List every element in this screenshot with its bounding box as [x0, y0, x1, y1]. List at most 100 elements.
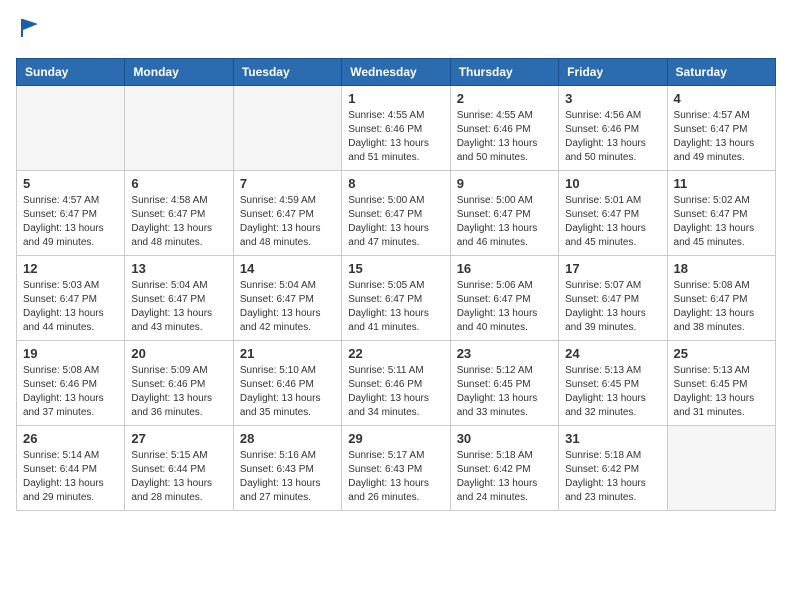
day-number: 26	[23, 431, 118, 446]
calendar-cell: 19 Sunrise: 5:08 AM Sunset: 6:46 PM Dayli…	[17, 340, 125, 425]
day-info: Sunrise: 5:01 AM Sunset: 6:47 PM Dayligh…	[565, 194, 660, 250]
calendar-cell: 4 Sunrise: 4:57 AM Sunset: 6:47 PM Daylig…	[667, 85, 775, 170]
weekday-header-row: SundayMondayTuesdayWednesdayThursdayFrid…	[17, 58, 776, 85]
day-number: 29	[348, 431, 443, 446]
week-row-5: 26 Sunrise: 5:14 AM Sunset: 6:44 PM Dayli…	[17, 425, 776, 510]
day-number: 22	[348, 346, 443, 361]
calendar-cell: 18 Sunrise: 5:08 AM Sunset: 6:47 PM Dayli…	[667, 255, 775, 340]
day-info: Sunrise: 4:57 AM Sunset: 6:47 PM Dayligh…	[674, 109, 769, 165]
day-info: Sunrise: 5:12 AM Sunset: 6:45 PM Dayligh…	[457, 364, 552, 420]
day-number: 3	[565, 91, 660, 106]
day-info: Sunrise: 5:14 AM Sunset: 6:44 PM Dayligh…	[23, 449, 118, 505]
calendar-cell: 11 Sunrise: 5:02 AM Sunset: 6:47 PM Dayli…	[667, 170, 775, 255]
day-number: 15	[348, 261, 443, 276]
day-number: 4	[674, 91, 769, 106]
day-number: 17	[565, 261, 660, 276]
calendar-cell: 3 Sunrise: 4:56 AM Sunset: 6:46 PM Daylig…	[559, 85, 667, 170]
logo	[16, 16, 42, 46]
calendar-cell: 15 Sunrise: 5:05 AM Sunset: 6:47 PM Dayli…	[342, 255, 450, 340]
day-info: Sunrise: 4:59 AM Sunset: 6:47 PM Dayligh…	[240, 194, 335, 250]
logo-flag-icon	[18, 16, 42, 40]
calendar-cell: 31Sunrise: 5:18 AM Sunset: 6:42 PM Dayli…	[559, 425, 667, 510]
calendar-cell: 7 Sunrise: 4:59 AM Sunset: 6:47 PM Daylig…	[233, 170, 341, 255]
day-number: 1	[348, 91, 443, 106]
day-info: Sunrise: 5:04 AM Sunset: 6:47 PM Dayligh…	[240, 279, 335, 335]
calendar-cell: 13 Sunrise: 5:04 AM Sunset: 6:47 PM Dayli…	[125, 255, 233, 340]
day-info: Sunrise: 4:56 AM Sunset: 6:46 PM Dayligh…	[565, 109, 660, 165]
week-row-4: 19 Sunrise: 5:08 AM Sunset: 6:46 PM Dayli…	[17, 340, 776, 425]
day-number: 19	[23, 346, 118, 361]
calendar-cell: 10Sunrise: 5:01 AM Sunset: 6:47 PM Dayli…	[559, 170, 667, 255]
day-info: Sunrise: 4:58 AM Sunset: 6:47 PM Dayligh…	[131, 194, 226, 250]
weekday-header-wednesday: Wednesday	[342, 58, 450, 85]
calendar-cell	[17, 85, 125, 170]
day-info: Sunrise: 5:08 AM Sunset: 6:47 PM Dayligh…	[674, 279, 769, 335]
day-info: Sunrise: 5:09 AM Sunset: 6:46 PM Dayligh…	[131, 364, 226, 420]
weekday-header-tuesday: Tuesday	[233, 58, 341, 85]
weekday-header-saturday: Saturday	[667, 58, 775, 85]
day-number: 20	[131, 346, 226, 361]
calendar-cell: 5Sunrise: 4:57 AM Sunset: 6:47 PM Daylig…	[17, 170, 125, 255]
day-number: 30	[457, 431, 552, 446]
calendar-cell: 26 Sunrise: 5:14 AM Sunset: 6:44 PM Dayli…	[17, 425, 125, 510]
calendar-cell: 1Sunrise: 4:55 AM Sunset: 6:46 PM Daylig…	[342, 85, 450, 170]
day-number: 24	[565, 346, 660, 361]
day-info: Sunrise: 5:11 AM Sunset: 6:46 PM Dayligh…	[348, 364, 443, 420]
day-number: 8	[348, 176, 443, 191]
week-row-2: 5Sunrise: 4:57 AM Sunset: 6:47 PM Daylig…	[17, 170, 776, 255]
weekday-header-sunday: Sunday	[17, 58, 125, 85]
day-number: 13	[131, 261, 226, 276]
calendar-table: SundayMondayTuesdayWednesdayThursdayFrid…	[16, 58, 776, 511]
page-header	[16, 16, 776, 46]
day-number: 27	[131, 431, 226, 446]
day-info: Sunrise: 5:00 AM Sunset: 6:47 PM Dayligh…	[457, 194, 552, 250]
calendar-cell: 6 Sunrise: 4:58 AM Sunset: 6:47 PM Daylig…	[125, 170, 233, 255]
day-info: Sunrise: 5:13 AM Sunset: 6:45 PM Dayligh…	[674, 364, 769, 420]
day-info: Sunrise: 4:57 AM Sunset: 6:47 PM Dayligh…	[23, 194, 118, 250]
calendar-cell: 28Sunrise: 5:16 AM Sunset: 6:43 PM Dayli…	[233, 425, 341, 510]
calendar-cell: 20 Sunrise: 5:09 AM Sunset: 6:46 PM Dayli…	[125, 340, 233, 425]
week-row-1: 1Sunrise: 4:55 AM Sunset: 6:46 PM Daylig…	[17, 85, 776, 170]
day-info: Sunrise: 5:18 AM Sunset: 6:42 PM Dayligh…	[565, 449, 660, 505]
day-number: 28	[240, 431, 335, 446]
weekday-header-thursday: Thursday	[450, 58, 558, 85]
day-info: Sunrise: 5:02 AM Sunset: 6:47 PM Dayligh…	[674, 194, 769, 250]
calendar-cell	[667, 425, 775, 510]
day-info: Sunrise: 5:05 AM Sunset: 6:47 PM Dayligh…	[348, 279, 443, 335]
day-number: 14	[240, 261, 335, 276]
day-info: Sunrise: 5:15 AM Sunset: 6:44 PM Dayligh…	[131, 449, 226, 505]
week-row-3: 12Sunrise: 5:03 AM Sunset: 6:47 PM Dayli…	[17, 255, 776, 340]
calendar-cell: 22 Sunrise: 5:11 AM Sunset: 6:46 PM Dayli…	[342, 340, 450, 425]
calendar-cell: 30 Sunrise: 5:18 AM Sunset: 6:42 PM Dayli…	[450, 425, 558, 510]
day-number: 7	[240, 176, 335, 191]
day-number: 23	[457, 346, 552, 361]
day-info: Sunrise: 5:04 AM Sunset: 6:47 PM Dayligh…	[131, 279, 226, 335]
day-number: 2	[457, 91, 552, 106]
calendar-cell	[125, 85, 233, 170]
day-number: 6	[131, 176, 226, 191]
day-number: 9	[457, 176, 552, 191]
weekday-header-friday: Friday	[559, 58, 667, 85]
day-number: 11	[674, 176, 769, 191]
weekday-header-monday: Monday	[125, 58, 233, 85]
day-info: Sunrise: 5:06 AM Sunset: 6:47 PM Dayligh…	[457, 279, 552, 335]
calendar-cell: 2Sunrise: 4:55 AM Sunset: 6:46 PM Daylig…	[450, 85, 558, 170]
day-info: Sunrise: 5:10 AM Sunset: 6:46 PM Dayligh…	[240, 364, 335, 420]
calendar-cell: 29 Sunrise: 5:17 AM Sunset: 6:43 PM Dayli…	[342, 425, 450, 510]
calendar-cell: 14 Sunrise: 5:04 AM Sunset: 6:47 PM Dayli…	[233, 255, 341, 340]
day-info: Sunrise: 5:18 AM Sunset: 6:42 PM Dayligh…	[457, 449, 552, 505]
day-number: 18	[674, 261, 769, 276]
calendar-cell: 25 Sunrise: 5:13 AM Sunset: 6:45 PM Dayli…	[667, 340, 775, 425]
day-info: Sunrise: 5:17 AM Sunset: 6:43 PM Dayligh…	[348, 449, 443, 505]
day-number: 25	[674, 346, 769, 361]
day-number: 21	[240, 346, 335, 361]
calendar-cell	[233, 85, 341, 170]
calendar-cell: 16 Sunrise: 5:06 AM Sunset: 6:47 PM Dayli…	[450, 255, 558, 340]
day-number: 16	[457, 261, 552, 276]
calendar-cell: 8Sunrise: 5:00 AM Sunset: 6:47 PM Daylig…	[342, 170, 450, 255]
day-info: Sunrise: 5:08 AM Sunset: 6:46 PM Dayligh…	[23, 364, 118, 420]
day-info: Sunrise: 5:03 AM Sunset: 6:47 PM Dayligh…	[23, 279, 118, 335]
calendar-cell: 24Sunrise: 5:13 AM Sunset: 6:45 PM Dayli…	[559, 340, 667, 425]
day-info: Sunrise: 5:07 AM Sunset: 6:47 PM Dayligh…	[565, 279, 660, 335]
calendar-cell: 23 Sunrise: 5:12 AM Sunset: 6:45 PM Dayli…	[450, 340, 558, 425]
